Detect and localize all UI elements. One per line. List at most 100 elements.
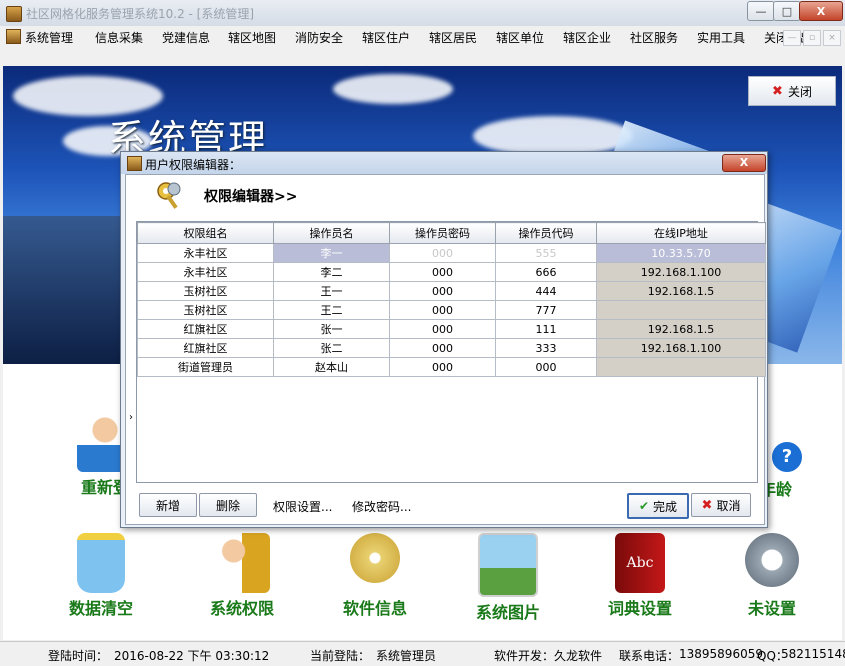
operator-name-cell[interactable]: 李二 [274, 263, 390, 282]
column-header[interactable]: 在线IP地址 [597, 223, 766, 244]
group-cell[interactable]: 玉树社区 [138, 282, 274, 301]
phone: 13895896059 [679, 647, 763, 661]
menu-info-collection[interactable]: 信息采集 [95, 29, 143, 46]
window-title-bar: 社区网格化服务管理系统10.2 - [系统管理] — □ X [0, 0, 845, 27]
add-button[interactable]: 新增 [139, 493, 197, 517]
operator-name-cell[interactable]: 王二 [274, 301, 390, 320]
menu-district-map[interactable]: 辖区地图 [228, 29, 276, 46]
table-row[interactable]: 红旗社区 张一 000 111 192.168.1.5 [138, 320, 766, 339]
qq: 582115148 [781, 647, 845, 661]
menu-fire-safety[interactable]: 消防安全 [295, 29, 343, 46]
close-window-button[interactable]: X [799, 1, 843, 21]
operator-name-cell[interactable]: 李一 [274, 244, 390, 263]
menu-tools[interactable]: 实用工具 [697, 29, 745, 46]
operator-code-cell[interactable]: 777 [496, 301, 597, 320]
cancel-button[interactable]: ✖取消 [691, 493, 751, 517]
system-permission-button[interactable]: 系统权限 [197, 533, 287, 619]
ip-cell[interactable] [597, 301, 766, 320]
table-header-row: 权限组名 操作员名 操作员密码 操作员代码 在线IP地址 [138, 223, 766, 244]
dialog-close-button[interactable]: X [722, 154, 766, 172]
table-row[interactable]: 永丰社区 李一 000 555 10.33.5.70 [138, 244, 766, 263]
system-image-button[interactable]: 系统图片 [463, 533, 553, 623]
column-header[interactable]: 权限组名 [138, 223, 274, 244]
table-row[interactable]: 永丰社区 李二 000 666 192.168.1.100 [138, 263, 766, 282]
table-row[interactable]: 玉树社区 王二 000 777 [138, 301, 766, 320]
menu-community-service[interactable]: 社区服务 [630, 29, 678, 46]
change-password-link[interactable]: 修改密码... [352, 498, 411, 515]
menu-residents[interactable]: 辖区居民 [429, 29, 477, 46]
group-cell[interactable]: 红旗社区 [138, 320, 274, 339]
mdi-minimize-button[interactable]: — [783, 30, 801, 46]
password-cell[interactable]: 000 [390, 358, 496, 377]
login-time: 2016-08-22 下午 03:30:12 [114, 647, 269, 664]
key-icon [156, 181, 184, 211]
operator-name-cell[interactable]: 王一 [274, 282, 390, 301]
column-header[interactable]: 操作员代码 [496, 223, 597, 244]
operator-code-cell[interactable]: 666 [496, 263, 597, 282]
menu-enterprises[interactable]: 辖区企业 [563, 29, 611, 46]
dvd-icon [350, 533, 400, 583]
table-row[interactable]: 红旗社区 张二 000 333 192.168.1.100 [138, 339, 766, 358]
group-cell[interactable]: 街道管理员 [138, 358, 274, 377]
unset-button[interactable]: 未设置 [727, 533, 817, 619]
group-cell[interactable]: 红旗社区 [138, 339, 274, 358]
ip-cell[interactable]: 192.168.1.5 [597, 320, 766, 339]
mdi-close-button[interactable]: × [823, 30, 841, 46]
operator-name-cell[interactable]: 张二 [274, 339, 390, 358]
dialog-title: 用户权限编辑器： [145, 156, 241, 173]
operator-code-cell[interactable]: 444 [496, 282, 597, 301]
ip-cell[interactable] [597, 358, 766, 377]
column-header[interactable]: 操作员密码 [390, 223, 496, 244]
mdi-restore-button[interactable]: ▫ [803, 30, 821, 46]
password-cell[interactable]: 000 [390, 244, 496, 263]
software-info-button[interactable]: 软件信息 [330, 533, 420, 619]
cloud-decoration [473, 116, 633, 156]
ip-cell[interactable]: 192.168.1.100 [597, 263, 766, 282]
window-title: 社区网格化服务管理系统10.2 - [系统管理] [26, 5, 254, 22]
current-user: 系统管理员 [376, 647, 436, 664]
menu-party-info[interactable]: 党建信息 [162, 29, 210, 46]
user-lock-icon [214, 533, 270, 593]
checkmark-icon: ✔ [639, 499, 649, 513]
operator-name-cell[interactable]: 张一 [274, 320, 390, 339]
ip-cell[interactable]: 192.168.1.100 [597, 339, 766, 358]
group-cell[interactable]: 玉树社区 [138, 301, 274, 320]
maximize-button[interactable]: □ [773, 1, 801, 21]
ip-cell[interactable]: 192.168.1.5 [597, 282, 766, 301]
bucket-icon [77, 533, 125, 593]
group-cell[interactable]: 永丰社区 [138, 244, 274, 263]
menu-households[interactable]: 辖区住户 [362, 29, 410, 46]
column-header[interactable]: 操作员名 [274, 223, 390, 244]
minimize-button[interactable]: — [747, 1, 775, 21]
table-row[interactable]: 玉树社区 王一 000 444 192.168.1.5 [138, 282, 766, 301]
system-menu-icon [6, 29, 21, 44]
group-cell[interactable]: 永丰社区 [138, 263, 274, 282]
cloud-decoration [333, 74, 453, 104]
operator-code-cell[interactable]: 000 [496, 358, 597, 377]
dictionary-button[interactable]: Abc 词典设置 [595, 533, 685, 619]
operator-name-cell[interactable]: 赵本山 [274, 358, 390, 377]
password-cell[interactable]: 000 [390, 282, 496, 301]
password-cell[interactable]: 000 [390, 320, 496, 339]
password-cell[interactable]: 000 [390, 263, 496, 282]
mdi-window-buttons: —▫× [781, 29, 841, 46]
table-row[interactable]: 街道管理员 赵本山 000 000 [138, 358, 766, 377]
delete-button[interactable]: 删除 [199, 493, 257, 517]
operator-code-cell[interactable]: 111 [496, 320, 597, 339]
dialog-heading: 权限编辑器>> [204, 186, 297, 206]
done-button[interactable]: ✔完成 [627, 493, 689, 519]
password-cell[interactable]: 000 [390, 301, 496, 320]
gear-icon [745, 533, 799, 587]
clear-data-button[interactable]: 数据清空 [56, 533, 146, 619]
password-cell[interactable]: 000 [390, 339, 496, 358]
permission-settings-link[interactable]: 权限设置... [273, 498, 332, 515]
operator-code-cell[interactable]: 333 [496, 339, 597, 358]
menu-bar: 系统管理 信息采集 党建信息 辖区地图 消防安全 辖区住户 辖区居民 辖区单位 … [0, 26, 845, 48]
close-module-button[interactable]: ✖ 关闭 [748, 76, 836, 106]
menu-units[interactable]: 辖区单位 [496, 29, 544, 46]
app-icon [6, 6, 22, 22]
operator-code-cell[interactable]: 555 [496, 244, 597, 263]
menu-system-management[interactable]: 系统管理 [6, 29, 73, 46]
ip-cell[interactable]: 10.33.5.70 [597, 244, 766, 263]
permission-editor-dialog: 用户权限编辑器： X 权限编辑器>> › 权限组名 操作员名 操作员密码 操作员… [120, 151, 768, 528]
